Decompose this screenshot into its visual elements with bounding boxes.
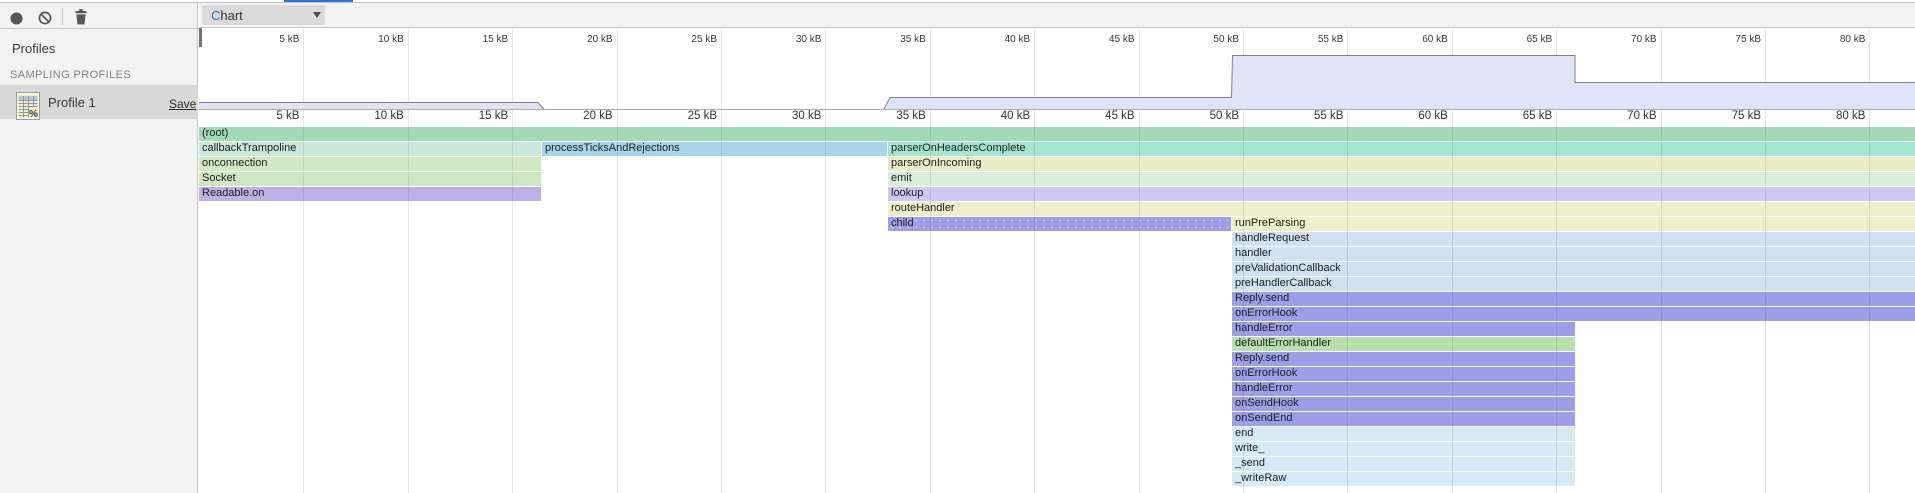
svg-text:%: % <box>29 109 38 120</box>
